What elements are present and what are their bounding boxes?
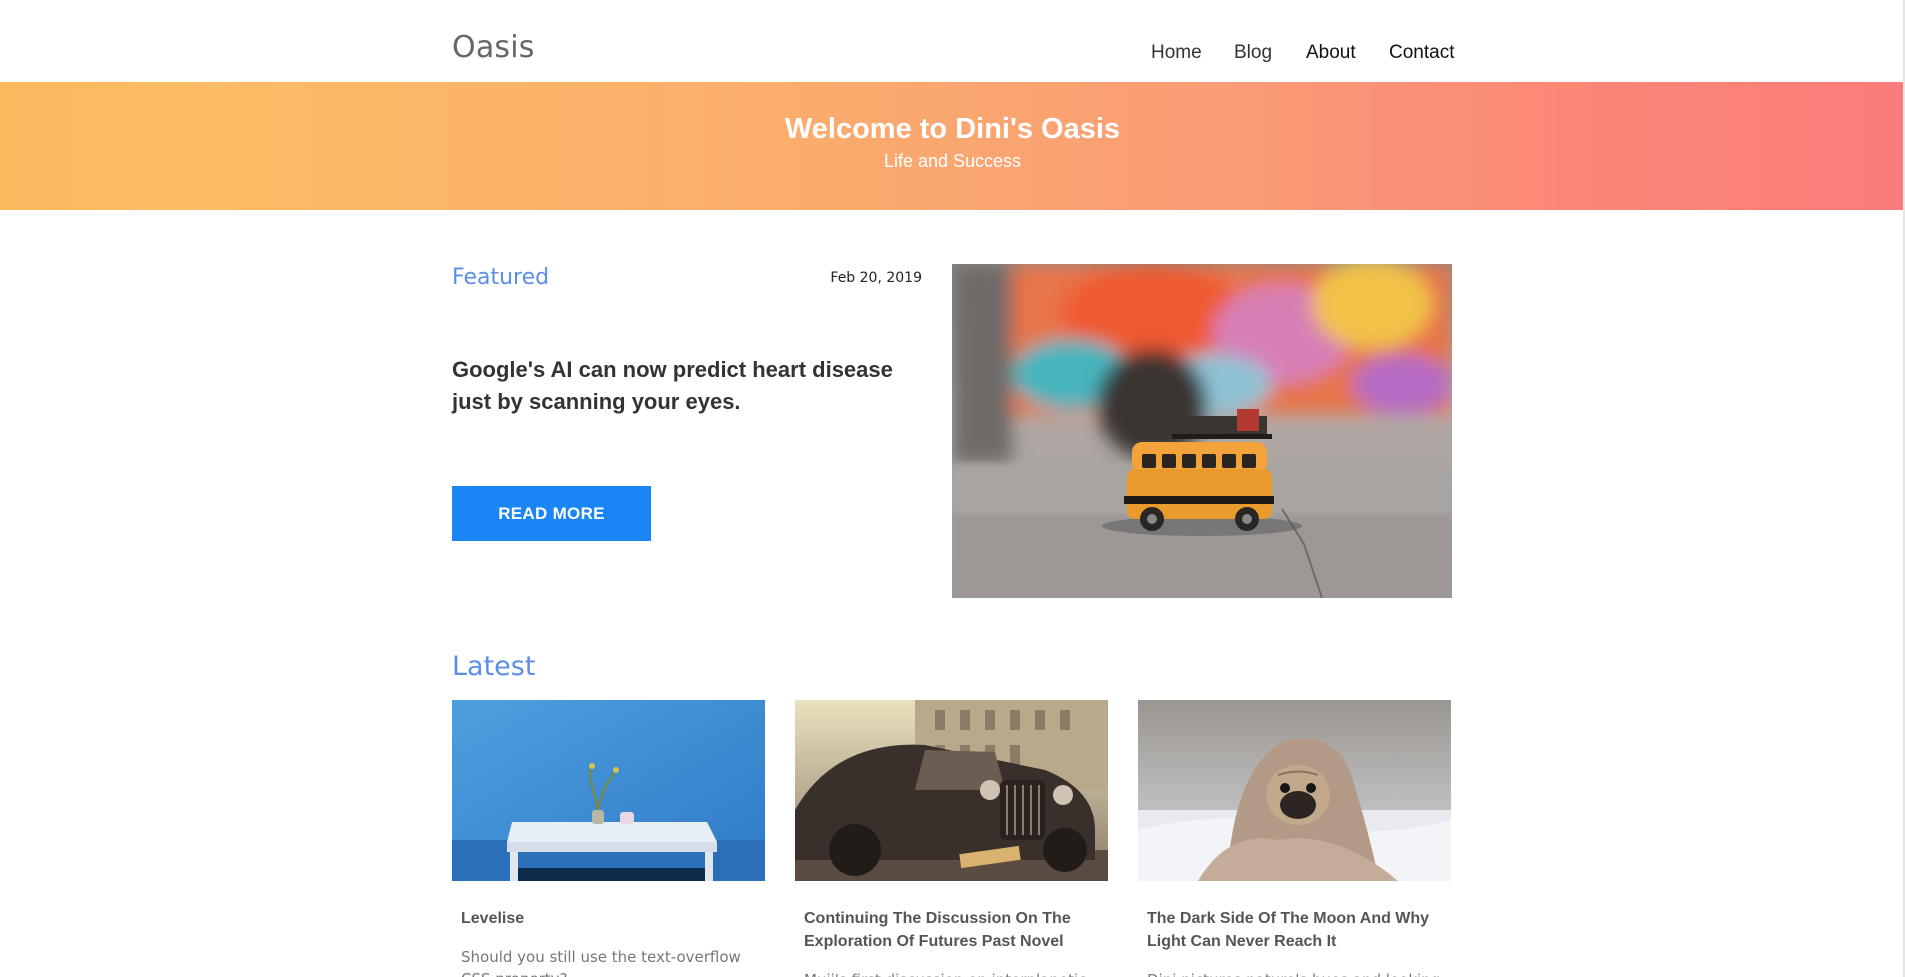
nav-contact[interactable]: Contact (1389, 42, 1454, 64)
card-thumbnail[interactable] (795, 700, 1108, 881)
card-title[interactable]: Continuing The Discussion On The Explora… (804, 907, 1104, 953)
card-title[interactable]: The Dark Side Of The Moon And Why Light … (1147, 907, 1447, 953)
hero-banner (0, 82, 1905, 210)
featured-date: Feb 20, 2019 (830, 270, 922, 286)
card-thumbnail[interactable] (452, 700, 765, 881)
site-header: Oasis Home Blog About Contact (0, 0, 1905, 82)
featured-headline[interactable]: Google's AI can now predict heart diseas… (452, 354, 922, 418)
nav-blog[interactable]: Blog (1234, 42, 1272, 64)
vintage-car-photo (795, 700, 1108, 881)
featured-label: Featured (452, 265, 550, 290)
pug-blanket-photo (1138, 700, 1451, 881)
latest-label: Latest (452, 651, 536, 682)
main-nav: Home Blog About Contact (0, 42, 1905, 66)
nav-home[interactable]: Home (1151, 42, 1202, 64)
featured-image[interactable] (952, 264, 1452, 598)
read-more-button[interactable]: READ MORE (452, 486, 651, 541)
latest-card[interactable]: Levelise Should you still use the text-o… (452, 700, 765, 977)
card-title[interactable]: Levelise (461, 907, 761, 930)
nav-about[interactable]: About (1306, 42, 1356, 64)
latest-card[interactable]: The Dark Side Of The Moon And Why Light … (1138, 700, 1451, 977)
card-thumbnail[interactable] (1138, 700, 1451, 881)
blue-wall-table-photo (452, 700, 765, 881)
card-excerpt: Muji's first discussion on interplanetic (804, 969, 1104, 977)
toy-bus-photo (952, 264, 1452, 598)
hero-subtitle: Life and Success (883, 151, 1022, 171)
latest-card[interactable]: Continuing The Discussion On The Explora… (795, 700, 1108, 977)
card-excerpt: Dini pictures nature's hues and looking … (1147, 969, 1447, 977)
card-excerpt: Should you still use the text-overflow C… (461, 948, 741, 977)
hero-title: Welcome to Dini's Oasis (784, 113, 1121, 145)
